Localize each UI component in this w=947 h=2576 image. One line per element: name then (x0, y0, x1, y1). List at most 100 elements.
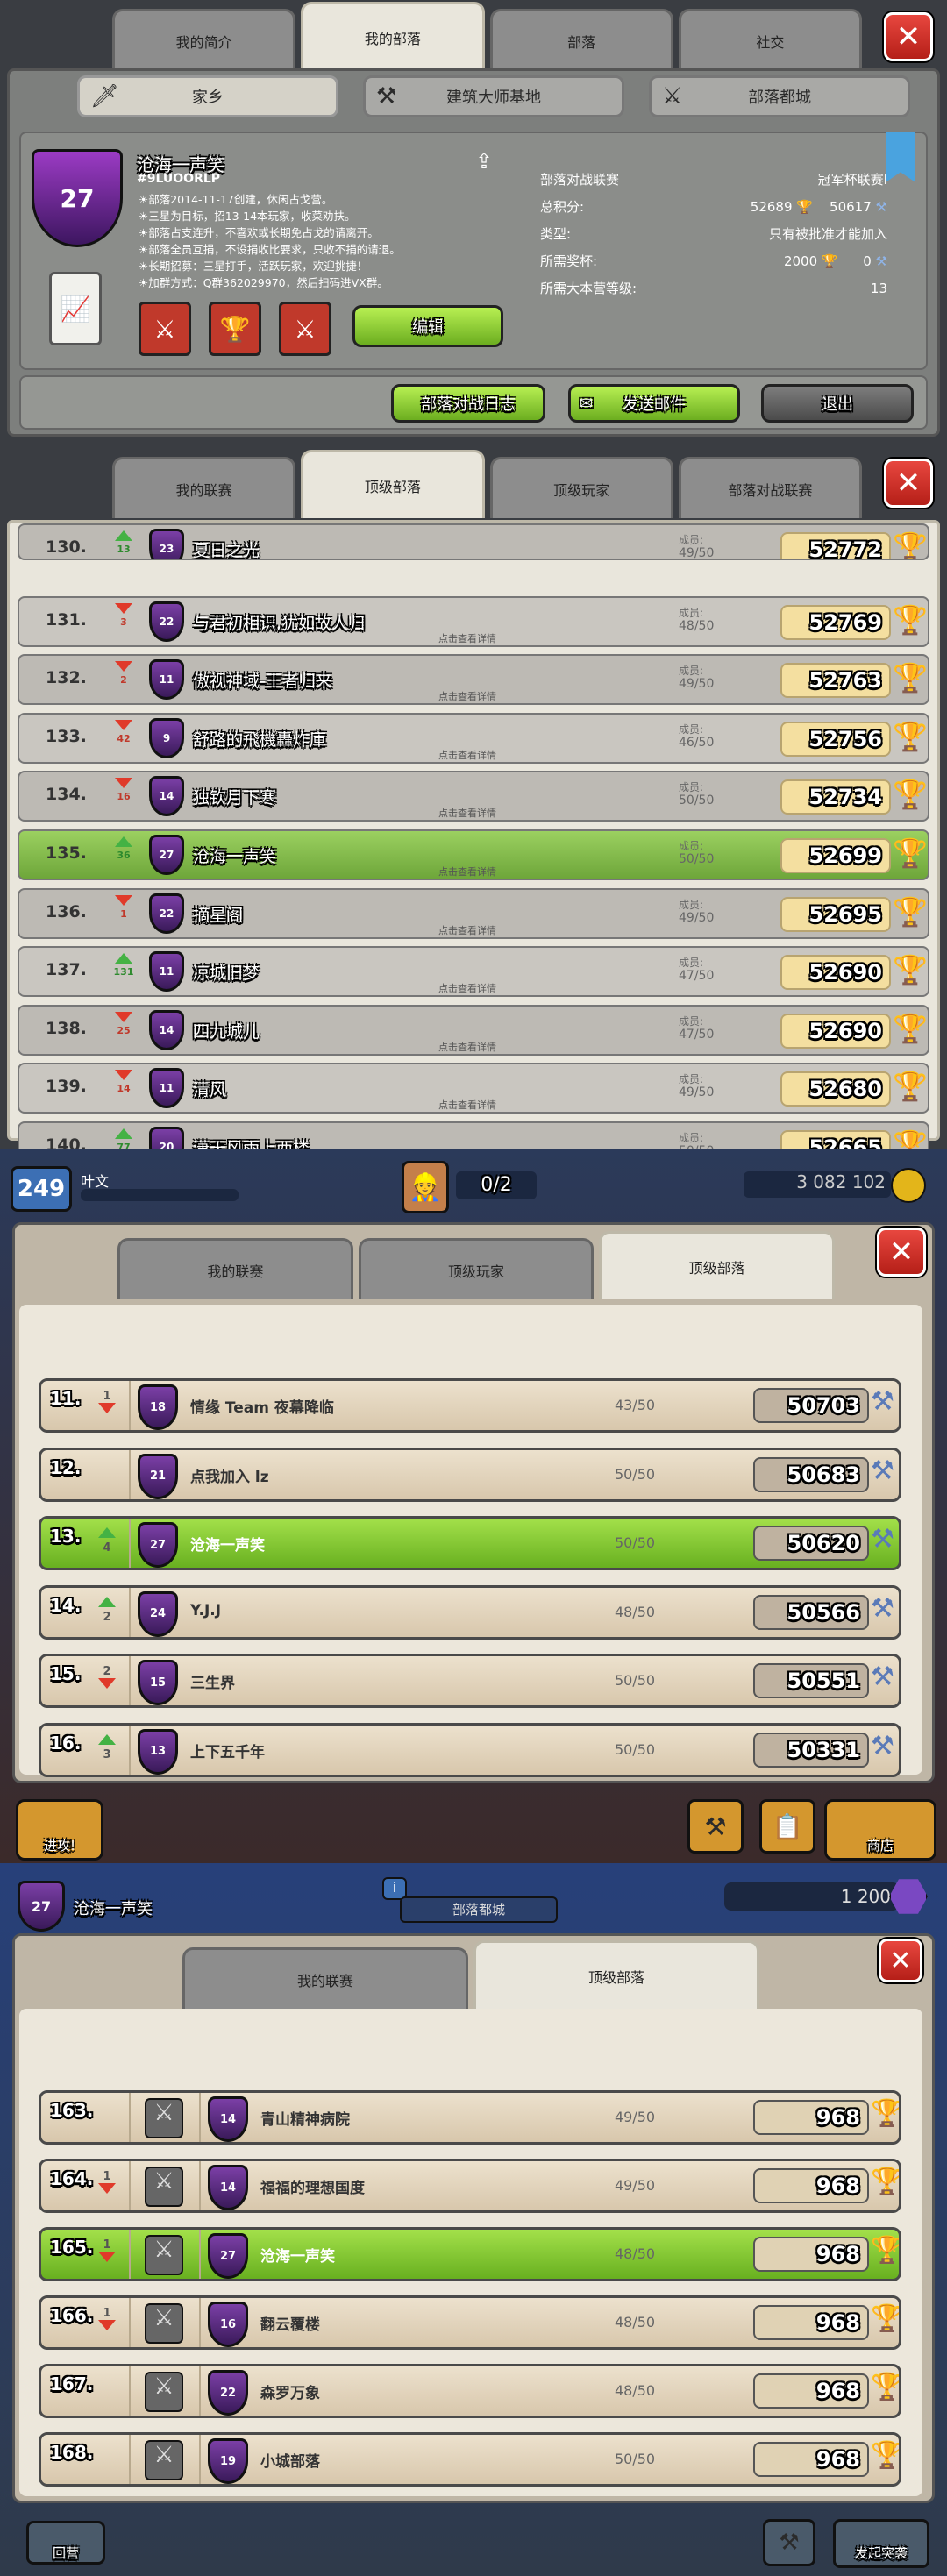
return-home-button[interactable]: 回营 (26, 2521, 105, 2565)
tab-top-clans[interactable]: 顶级部落 (599, 1231, 836, 1299)
member-count: 49/50 (679, 677, 715, 692)
hammers-icon: ⚒ (376, 83, 397, 110)
clan-row[interactable]: 16. 3 13 上下五千年 50/50 50331 ⚒ (39, 1722, 901, 1777)
tab-my-profile[interactable]: 我的简介 (112, 9, 296, 70)
type-row: 类型: 只有被批准才能加入 (540, 226, 887, 242)
clan-badge: 13 (138, 1728, 178, 1775)
clan-row[interactable]: 135. 36 27 沧海一声笑 点击查看详情 成员: 50/50 52699 🏆 (18, 829, 929, 880)
rank-number: 132. (46, 668, 87, 688)
clan-row[interactable]: 131. 3 22 与君初相识,犹如故人归 点击查看详情 成员: 48/50 52769 🏆 (18, 595, 929, 647)
shop-button[interactable]: 商店 (824, 1799, 936, 1861)
trophy-score: 50620 (753, 1526, 869, 1561)
rank-change: 1 (96, 2307, 118, 2334)
close-button[interactable]: ✕ (884, 12, 933, 61)
members-label: 成员: (679, 722, 704, 736)
total-points-row: 总积分: 52689 🏆 50617 ⚒ (540, 199, 887, 215)
rank-number: 163. (50, 2100, 94, 2121)
tab-top-clans[interactable]: 顶级部落 (301, 450, 485, 518)
tab-top-players[interactable]: 顶级玩家 (489, 457, 673, 518)
hammer-icon[interactable]: ⚒ (687, 1799, 744, 1854)
stats-graph-button[interactable]: 📈 (49, 272, 102, 345)
close-button[interactable]: ✕ (879, 1939, 922, 1982)
clan-row[interactable]: 133. 42 9 舒路的飛機轟炸庫 点击查看详情 成员: 46/50 52756 🏆 (18, 712, 929, 764)
trophy-score: 52690 (780, 955, 891, 991)
clan-row[interactable]: 137. 131 11 凉城旧梦 点击查看详情 成员: 47/50 52690 🏆 (18, 946, 929, 998)
member-count: 50/50 (615, 1740, 656, 1758)
clan-row[interactable]: 167. ⚔ 22 森罗万象 48/50 968 🏆 (39, 2364, 901, 2418)
clan-badge: 14 (149, 1009, 184, 1050)
close-button[interactable]: ✕ (884, 459, 933, 508)
clan-perk-war-icon[interactable]: ⚔ (139, 302, 191, 356)
clan-badge: 9 (149, 717, 184, 758)
my-clan-panel: 我的简介 我的部落 部落 社交 ✕ 🗡 家乡 ⚒ 建筑大师基地 ⚔ 部落都城 2… (0, 0, 947, 443)
member-count: 49/50 (679, 1085, 715, 1100)
tab-clan-war-leagues[interactable]: 部落对战联赛 (678, 457, 862, 518)
clan-row[interactable]: 168. ⚔ 19 小城部落 50/50 968 🏆 (39, 2432, 901, 2487)
clan-row[interactable]: 11. 1 18 情缘 Team 夜幕降临 43/50 50703 ⚒ (39, 1378, 901, 1433)
clan-name: 三生界 (190, 1675, 235, 1692)
clan-row[interactable]: 139. 14 11 清风 点击查看详情 成员: 49/50 52680 🏆 (18, 1063, 929, 1114)
trophy-icon: 🏆 (821, 253, 838, 269)
chat-icon[interactable]: 📋 (759, 1799, 815, 1854)
rank-change: 2 (96, 1665, 118, 1692)
divider (129, 2161, 131, 2210)
divider (129, 1449, 131, 1499)
tab-social[interactable]: 社交 (678, 9, 862, 70)
share-icon[interactable]: ⇪ (475, 149, 493, 174)
clan-row[interactable]: 165. 1 ⚔ 27 沧海一声笑 48/50 968 🏆 (39, 2227, 901, 2281)
detail-hint: 点击查看详情 (438, 983, 496, 995)
clan-name: 沧海一声笑 (260, 2248, 335, 2266)
detail-hint: 点击查看详情 (438, 749, 496, 761)
clan-row[interactable]: 136. 1 22 摘星阁 点击查看详情 成员: 49/50 52695 🏆 (18, 887, 929, 939)
close-button[interactable]: ✕ (877, 1228, 926, 1277)
clan-row[interactable]: 138. 25 14 四九城儿 点击查看详情 成员: 47/50 52690 🏆 (18, 1004, 929, 1056)
tab-top-players[interactable]: 顶级玩家 (358, 1238, 595, 1299)
detail-hint: 点击查看详情 (438, 866, 496, 878)
divider (129, 1656, 131, 1705)
clan-row[interactable]: 163. ⚔ 14 青山精神病院 49/50 968 🏆 (39, 2090, 901, 2145)
subtab-clan-capital[interactable]: ⚔ 部落都城 (649, 75, 910, 117)
member-count: 43/50 (615, 1397, 656, 1413)
edit-button[interactable]: 编辑 (352, 305, 503, 347)
xp-bar (81, 1189, 239, 1201)
clan-row[interactable]: 132. 2 11 傲视神域-王者归来 点击查看详情 成员: 49/50 52763 🏆 (18, 654, 929, 706)
attack-button[interactable]: 进攻! (16, 1799, 103, 1861)
send-mail-button[interactable]: ✉ 发送邮件 (568, 384, 740, 423)
clan-badge: 22 (149, 601, 184, 642)
tab-clans[interactable]: 部落 (489, 9, 673, 70)
rank-change: 14 (110, 1070, 137, 1094)
clan-row[interactable]: 15. 2 15 三生界 50/50 50551 ⚒ (39, 1654, 901, 1708)
war-log-button[interactable]: 部落对战日志 (391, 384, 545, 423)
tab-my-league[interactable]: 我的联赛 (117, 1238, 353, 1299)
tab-my-league[interactable]: 我的联赛 (112, 457, 296, 518)
clan-row[interactable]: 164. 1 ⚔ 14 福福的理想国度 49/50 968 🏆 (39, 2159, 901, 2213)
raid-button[interactable]: 发起突袭 (833, 2519, 929, 2568)
clan-row[interactable]: 12. 21 点我加入 lz 50/50 50683 ⚒ (39, 1447, 901, 1502)
clan-perk-trophy-icon[interactable]: 🏆 (209, 302, 261, 356)
arrow-up-icon (115, 836, 132, 847)
tab-my-league[interactable]: 我的联赛 (182, 1947, 468, 2009)
clan-row[interactable]: 13. 4 27 沧海一声笑 50/50 50620 ⚒ (39, 1516, 901, 1570)
tab-top-clans[interactable]: 顶级部落 (474, 1940, 759, 2009)
builder-icon[interactable]: ⚒ (763, 2519, 815, 2566)
required-trophies-row: 所需奖杯: 2000 🏆 0 ⚒ (540, 253, 887, 269)
subtab-builder-base[interactable]: ⚒ 建筑大师基地 (363, 75, 624, 117)
member-count: 47/50 (679, 969, 715, 984)
leave-button[interactable]: 退出 (761, 384, 914, 423)
clan-name: 傲视神域-王者归来 (193, 672, 332, 692)
subtab-home[interactable]: 🗡 家乡 (77, 75, 338, 117)
league-row: 部落对战联赛 冠军杯联赛I (540, 172, 887, 188)
clan-badge: 27 (138, 1522, 178, 1568)
clan-perk-swords-icon[interactable]: ⚔ (279, 302, 331, 356)
clan-row[interactable]: 134. 16 14 独钦月下寒 点击查看详情 成员: 50/50 52734 🏆 (18, 771, 929, 822)
clan-row[interactable]: 166. 1 ⚔ 16 翻云覆楼 48/50 968 🏆 (39, 2295, 901, 2350)
clan-row[interactable]: 14. 2 24 Y.J.J 48/50 50566 ⚒ (39, 1584, 901, 1640)
clan-name: 青山精神病院 (260, 2111, 350, 2129)
clan-row[interactable]: 130. 13 23 夏日之光点击查看详情 成员:49/50 52772🏆 (18, 523, 929, 560)
xp-badge: 249 (11, 1166, 72, 1212)
members-label: 成员: (679, 898, 704, 911)
clan-row[interactable]: 140.7720潇天风雨上西楼点击查看详情成员:50/5052665🏆 (18, 1121, 929, 1149)
tab-my-clan[interactable]: 我的部落 (301, 2, 485, 70)
clan-name: 福福的理想国度 (260, 2180, 365, 2197)
rank-change: 25 (110, 1011, 137, 1036)
